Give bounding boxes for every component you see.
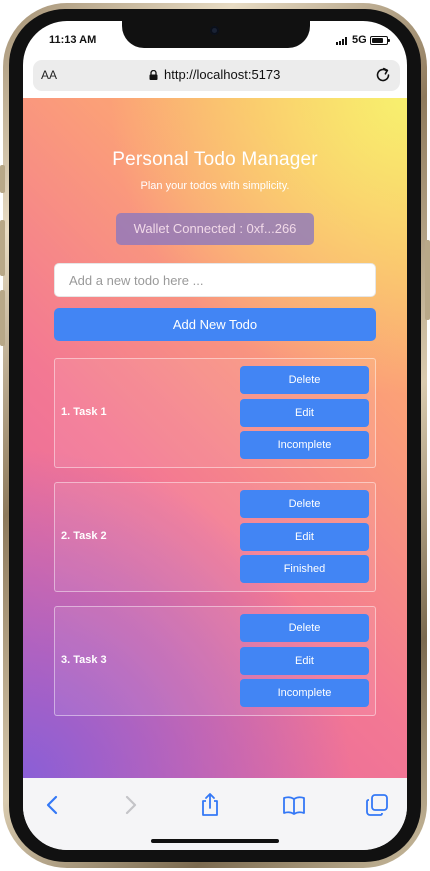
todo-item: 3. Task 3 Delete Edit Incomplete — [54, 606, 376, 716]
todo-item: 2. Task 2 Delete Edit Finished — [54, 482, 376, 592]
todo-label: 2. Task 2 — [61, 530, 107, 542]
battery-icon — [370, 36, 390, 45]
add-todo-button[interactable]: Add New Todo — [54, 308, 376, 341]
phone-power-button — [425, 240, 430, 320]
text-size-button[interactable]: AA — [41, 68, 57, 82]
wallet-status-badge[interactable]: Wallet Connected : 0xf...266 — [116, 213, 314, 245]
status-toggle-button[interactable]: Incomplete — [240, 679, 369, 707]
address-bar[interactable]: AA http://localhost:5173 — [33, 60, 400, 91]
lock-icon — [149, 70, 158, 80]
status-toggle-button[interactable]: Incomplete — [240, 431, 369, 459]
edit-button[interactable]: Edit — [240, 647, 369, 675]
edit-button[interactable]: Edit — [240, 399, 369, 427]
home-indicator — [151, 839, 279, 843]
back-icon[interactable] — [40, 792, 66, 818]
reload-icon[interactable] — [373, 65, 393, 85]
status-toggle-button[interactable]: Finished — [240, 555, 369, 583]
tabs-icon[interactable] — [364, 792, 390, 818]
phone-screen: 11:13 AM 5G AA http://localhost:5173 Per… — [23, 21, 407, 850]
forward-icon[interactable] — [117, 792, 143, 818]
todo-label: 3. Task 3 — [61, 654, 107, 666]
notch — [122, 21, 310, 48]
share-icon[interactable] — [197, 792, 223, 818]
camera-icon — [210, 26, 219, 35]
page-subtitle: Plan your todos with simplicity. — [140, 180, 290, 192]
bookmarks-icon[interactable] — [281, 792, 307, 818]
delete-button[interactable]: Delete — [240, 614, 369, 642]
url-text[interactable]: http://localhost:5173 — [164, 67, 280, 82]
phone-volume-up-button — [0, 220, 5, 276]
delete-button[interactable]: Delete — [240, 490, 369, 518]
todo-item: 1. Task 1 Delete Edit Incomplete — [54, 358, 376, 468]
edit-button[interactable]: Edit — [240, 523, 369, 551]
phone-volume-down-button — [0, 290, 5, 346]
page-content: Personal Todo Manager Plan your todos wi… — [23, 98, 407, 778]
todo-label: 1. Task 1 — [61, 406, 107, 418]
delete-button[interactable]: Delete — [240, 366, 369, 394]
page-title: Personal Todo Manager — [112, 149, 318, 170]
network-label: 5G — [352, 34, 367, 46]
browser-toolbar — [23, 778, 407, 850]
phone-action-button — [0, 165, 5, 193]
status-time: 11:13 AM — [49, 34, 97, 46]
signal-icon — [336, 37, 347, 45]
todo-input[interactable] — [54, 263, 376, 297]
